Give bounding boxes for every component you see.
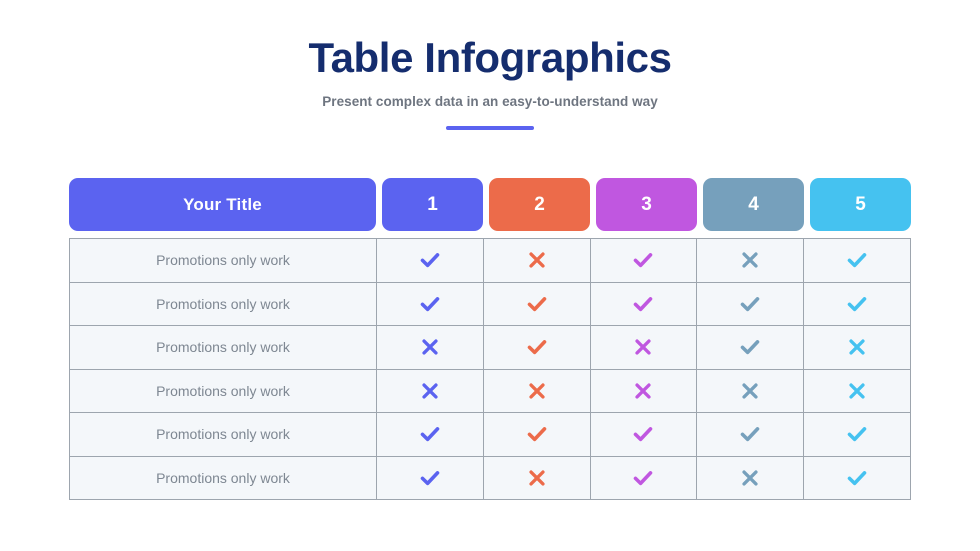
cross-icon (483, 456, 591, 500)
table-row-label: Promotions only work (70, 456, 377, 500)
cross-icon (483, 239, 591, 283)
table-header-column-4[interactable]: 4 (703, 178, 804, 231)
cross-icon (804, 326, 911, 370)
table-row-label: Promotions only work (70, 413, 377, 457)
cross-icon (377, 326, 484, 370)
table-header-column-5[interactable]: 5 (810, 178, 911, 231)
check-icon (377, 239, 484, 283)
check-icon (590, 413, 698, 457)
table-row: Promotions only work (70, 239, 911, 283)
check-icon (697, 282, 805, 326)
check-icon (804, 456, 911, 500)
table-header-column-1[interactable]: 1 (382, 178, 483, 231)
cross-icon (804, 369, 911, 413)
table-row: Promotions only work (70, 369, 911, 413)
check-icon (483, 326, 591, 370)
cross-icon (590, 326, 698, 370)
check-icon (483, 282, 591, 326)
cross-icon (697, 239, 805, 283)
cross-icon (377, 369, 484, 413)
check-icon (377, 413, 484, 457)
cross-icon (697, 456, 805, 500)
table-header-title[interactable]: Your Title (69, 178, 376, 231)
table-row-label: Promotions only work (70, 282, 377, 326)
page-subtitle: Present complex data in an easy-to-under… (322, 94, 658, 110)
check-icon (377, 282, 484, 326)
table-header-column-3[interactable]: 3 (596, 178, 697, 231)
check-icon (804, 413, 911, 457)
table-row-label: Promotions only work (70, 326, 377, 370)
cross-icon (697, 369, 805, 413)
table-infographic: Your Title 1 2 3 4 5 Promotions only work Prom… (69, 178, 911, 500)
accent-divider (446, 126, 534, 131)
table-row-label: Promotions only work (70, 239, 377, 283)
table-body: Promotions only work Promotions only work… (69, 238, 911, 500)
table-header-row: Your Title 1 2 3 4 5 (69, 178, 911, 231)
check-icon (804, 282, 911, 326)
check-icon (697, 413, 805, 457)
table-row: Promotions only work (70, 413, 911, 457)
table-row: Promotions only work (70, 456, 911, 500)
check-icon (590, 282, 698, 326)
table-row: Promotions only work (70, 326, 911, 370)
check-icon (590, 456, 698, 500)
table-row-label: Promotions only work (70, 369, 377, 413)
check-icon (377, 456, 484, 500)
cross-icon (483, 369, 591, 413)
cross-icon (590, 369, 698, 413)
check-icon (804, 239, 911, 283)
check-icon (590, 239, 698, 283)
slide-header: Table Infographics Present complex data … (0, 0, 980, 131)
check-icon (483, 413, 591, 457)
check-icon (697, 326, 805, 370)
page-title: Table Infographics (308, 34, 672, 81)
table-header-column-2[interactable]: 2 (489, 178, 590, 231)
table-row: Promotions only work (70, 282, 911, 326)
